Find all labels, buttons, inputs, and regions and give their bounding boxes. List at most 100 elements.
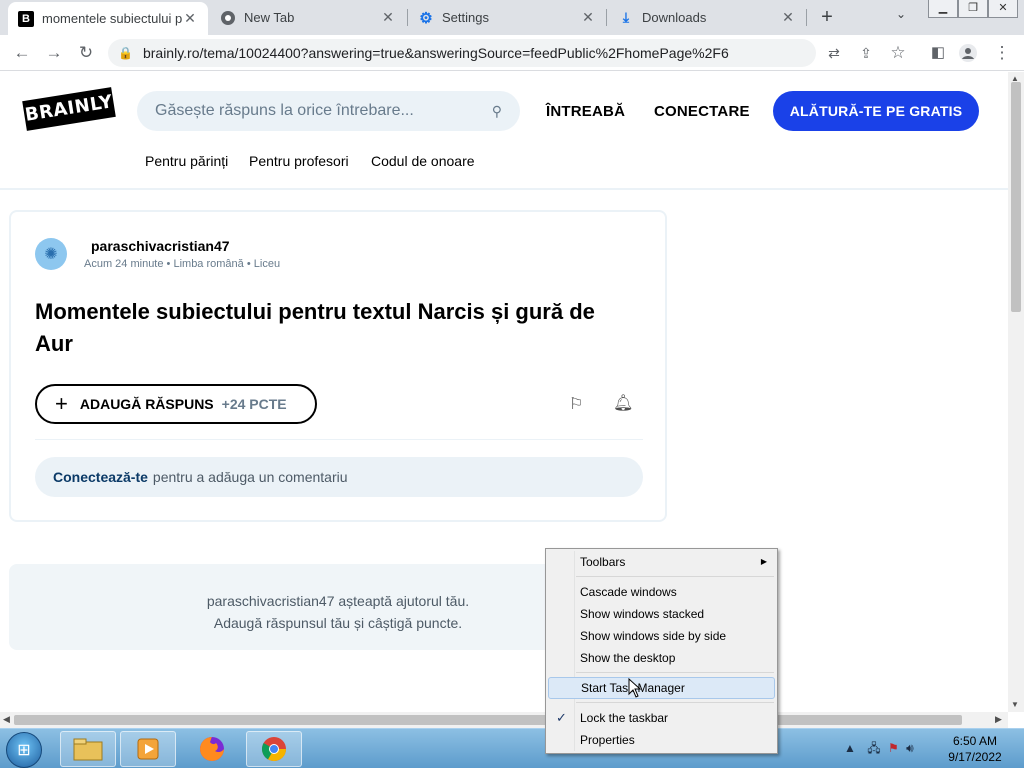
ask-link[interactable]: ÎNTREABĂ	[546, 103, 625, 120]
chrome-icon[interactable]	[246, 731, 302, 767]
reload-icon[interactable]: ↻	[76, 43, 96, 63]
taskbar-clock[interactable]: 6:50 AM 9/17/2022	[940, 733, 1010, 765]
search-placeholder: Găsește răspuns la orice întrebare...	[155, 102, 414, 119]
media-player-icon[interactable]	[120, 731, 176, 767]
close-tab-icon[interactable]: ✕	[580, 9, 596, 26]
translate-icon[interactable]: ⇄	[824, 43, 844, 63]
address-bar[interactable]: 🔒 brainly.ro/tema/10024400?answering=tru…	[108, 39, 816, 67]
menu-item-label: Show windows stacked	[580, 607, 705, 621]
close-tab-icon[interactable]: ✕	[780, 9, 796, 26]
subnav-teachers[interactable]: Pentru profesori	[249, 153, 349, 169]
card-divider	[35, 439, 643, 440]
mouse-cursor-icon	[628, 678, 642, 698]
subnav-parents[interactable]: Pentru părinți	[145, 153, 228, 169]
scroll-left-icon[interactable]: ◀	[3, 714, 10, 725]
start-button[interactable]: ⊞	[6, 732, 42, 768]
tab-separator	[806, 9, 807, 26]
plus-icon: +	[55, 391, 68, 416]
side-panel-icon[interactable]: ◧	[928, 43, 948, 63]
forward-icon[interactable]: →	[44, 43, 64, 63]
question-title: Momentele subiectului pentru textul Narc…	[35, 299, 595, 356]
brainly-logo[interactable]: BRAINLY	[22, 87, 116, 131]
subnav-honor-code[interactable]: Codul de onoare	[371, 153, 475, 169]
close-window-icon[interactable]: ✕	[988, 0, 1018, 18]
url-text[interactable]: brainly.ro/tema/10024400?answering=true&…	[143, 45, 729, 61]
comment-box[interactable]: Conectează-te pentru a adăuga un comenta…	[35, 457, 643, 497]
taskbar-context-menu: Toolbars ▶ Cascade windows Show windows …	[545, 548, 778, 754]
join-button[interactable]: ALĂTURĂ-TE PE GRATIS	[773, 91, 979, 131]
avatar[interactable]: ✺	[35, 238, 67, 270]
close-tab-icon[interactable]: ✕	[182, 10, 198, 27]
checkmark-icon: ✓	[556, 710, 567, 725]
clock-time: 6:50 AM	[952, 734, 998, 748]
explorer-taskbar-icon[interactable]	[60, 731, 116, 767]
horizontal-scroll-thumb[interactable]	[14, 715, 962, 725]
search-input[interactable]: Găsește răspuns la orice întrebare... ⚲	[137, 91, 520, 131]
back-icon[interactable]: ←	[12, 43, 32, 63]
firefox-icon[interactable]	[184, 731, 240, 767]
download-icon: ⤓	[622, 9, 630, 25]
menu-item-label: Show windows side by side	[580, 629, 727, 643]
menu-item-properties[interactable]: Properties	[548, 729, 775, 751]
new-tab-icon[interactable]: +	[816, 6, 838, 28]
menu-item-cascade-windows[interactable]: Cascade windows	[548, 581, 775, 603]
menu-item-lock-taskbar[interactable]: ✓ Lock the taskbar	[548, 707, 775, 729]
menu-item-label: Cascade windows	[580, 585, 677, 599]
tab-search-chevron-icon[interactable]: ⌄	[896, 7, 906, 21]
tab-title: New Tab	[244, 10, 295, 25]
question-level: Liceu	[253, 258, 281, 270]
tab-settings[interactable]: ⚙ Settings ✕	[408, 0, 606, 35]
tab-title: Settings	[442, 10, 489, 25]
vertical-scrollbar[interactable]: ▲ ▼	[1008, 72, 1024, 712]
tab-new-tab[interactable]: New Tab ✕	[210, 0, 406, 35]
meta-dot: •	[246, 258, 254, 270]
menu-item-label: Show the desktop	[580, 651, 676, 665]
search-icon[interactable]: ⚲	[492, 103, 502, 120]
author-name[interactable]: paraschivacristian47	[91, 238, 230, 254]
notification-bell-icon[interactable]: 🔔︎	[613, 393, 633, 413]
bookmark-star-icon[interactable]: ☆	[888, 43, 908, 63]
add-answer-button[interactable]: + ADAUGĂ RĂSPUNS +24 PCTE	[35, 384, 317, 424]
profile-icon[interactable]	[958, 43, 978, 63]
points-label: +24 PCTE	[221, 396, 287, 412]
vertical-scroll-thumb[interactable]	[1011, 82, 1021, 312]
tab-downloads[interactable]: ⤓ Downloads ✕	[608, 0, 806, 35]
taskbar: ⊞ ▲ 🖧 ⚑ 🔊︎ 6:50 AM 9/17/2022	[0, 728, 1024, 768]
report-flag-icon[interactable]: ⚐	[569, 394, 583, 414]
share-icon[interactable]: ⇪	[856, 43, 876, 63]
minimize-icon[interactable]: ▁	[928, 0, 958, 18]
menu-item-start-task-manager[interactable]: Start Task Manager	[548, 677, 775, 699]
gear-icon: ⚙	[419, 9, 433, 27]
menu-item-show-windows-stacked[interactable]: Show windows stacked	[548, 603, 775, 625]
network-icon[interactable]: 🖧	[867, 741, 880, 755]
menu-item-label: Lock the taskbar	[580, 711, 669, 725]
scroll-right-icon[interactable]: ▶	[995, 714, 1002, 725]
tab-separator	[606, 9, 607, 26]
action-center-flag-icon[interactable]: ⚑	[888, 741, 899, 755]
comment-login-link[interactable]: Conectează-te	[53, 469, 148, 485]
question-time: Acum 24 minute	[84, 258, 164, 270]
close-tab-icon[interactable]: ✕	[380, 9, 396, 26]
menu-item-toolbars[interactable]: Toolbars ▶	[548, 551, 775, 573]
volume-icon[interactable]: 🔊︎	[906, 741, 914, 755]
menu-item-side-by-side[interactable]: Show windows side by side	[548, 625, 775, 647]
menu-kebab-icon[interactable]: ⋮	[992, 43, 1012, 63]
scroll-down-icon[interactable]: ▼	[1011, 700, 1019, 709]
question-subject[interactable]: Limba română	[173, 258, 243, 270]
show-hidden-icons-icon[interactable]: ▲	[844, 741, 856, 755]
add-answer-label: ADAUGĂ RĂSPUNS	[79, 396, 214, 412]
restore-icon[interactable]: ❐	[958, 0, 988, 18]
menu-item-show-desktop[interactable]: Show the desktop	[548, 647, 775, 669]
brainly-favicon-icon: B	[18, 10, 34, 27]
menu-separator	[576, 672, 774, 673]
submenu-arrow-icon: ▶	[760, 557, 767, 566]
menu-item-label: Toolbars	[580, 555, 626, 569]
horizontal-scrollbar[interactable]: ◀ ▶	[0, 712, 1008, 728]
browser-toolbar: ← → ↻ 🔒 brainly.ro/tema/10024400?answeri…	[0, 35, 1024, 71]
comment-prompt: pentru a adăuga un comentariu	[152, 469, 348, 485]
chrome-favicon-icon	[220, 10, 236, 26]
window-controls: ▁ ❐ ✕	[928, 0, 1018, 20]
login-link[interactable]: CONECTARE	[654, 103, 750, 120]
lock-icon[interactable]: 🔒	[118, 46, 133, 60]
tab-brainly[interactable]: B momentele subiectului p ✕	[8, 2, 208, 35]
